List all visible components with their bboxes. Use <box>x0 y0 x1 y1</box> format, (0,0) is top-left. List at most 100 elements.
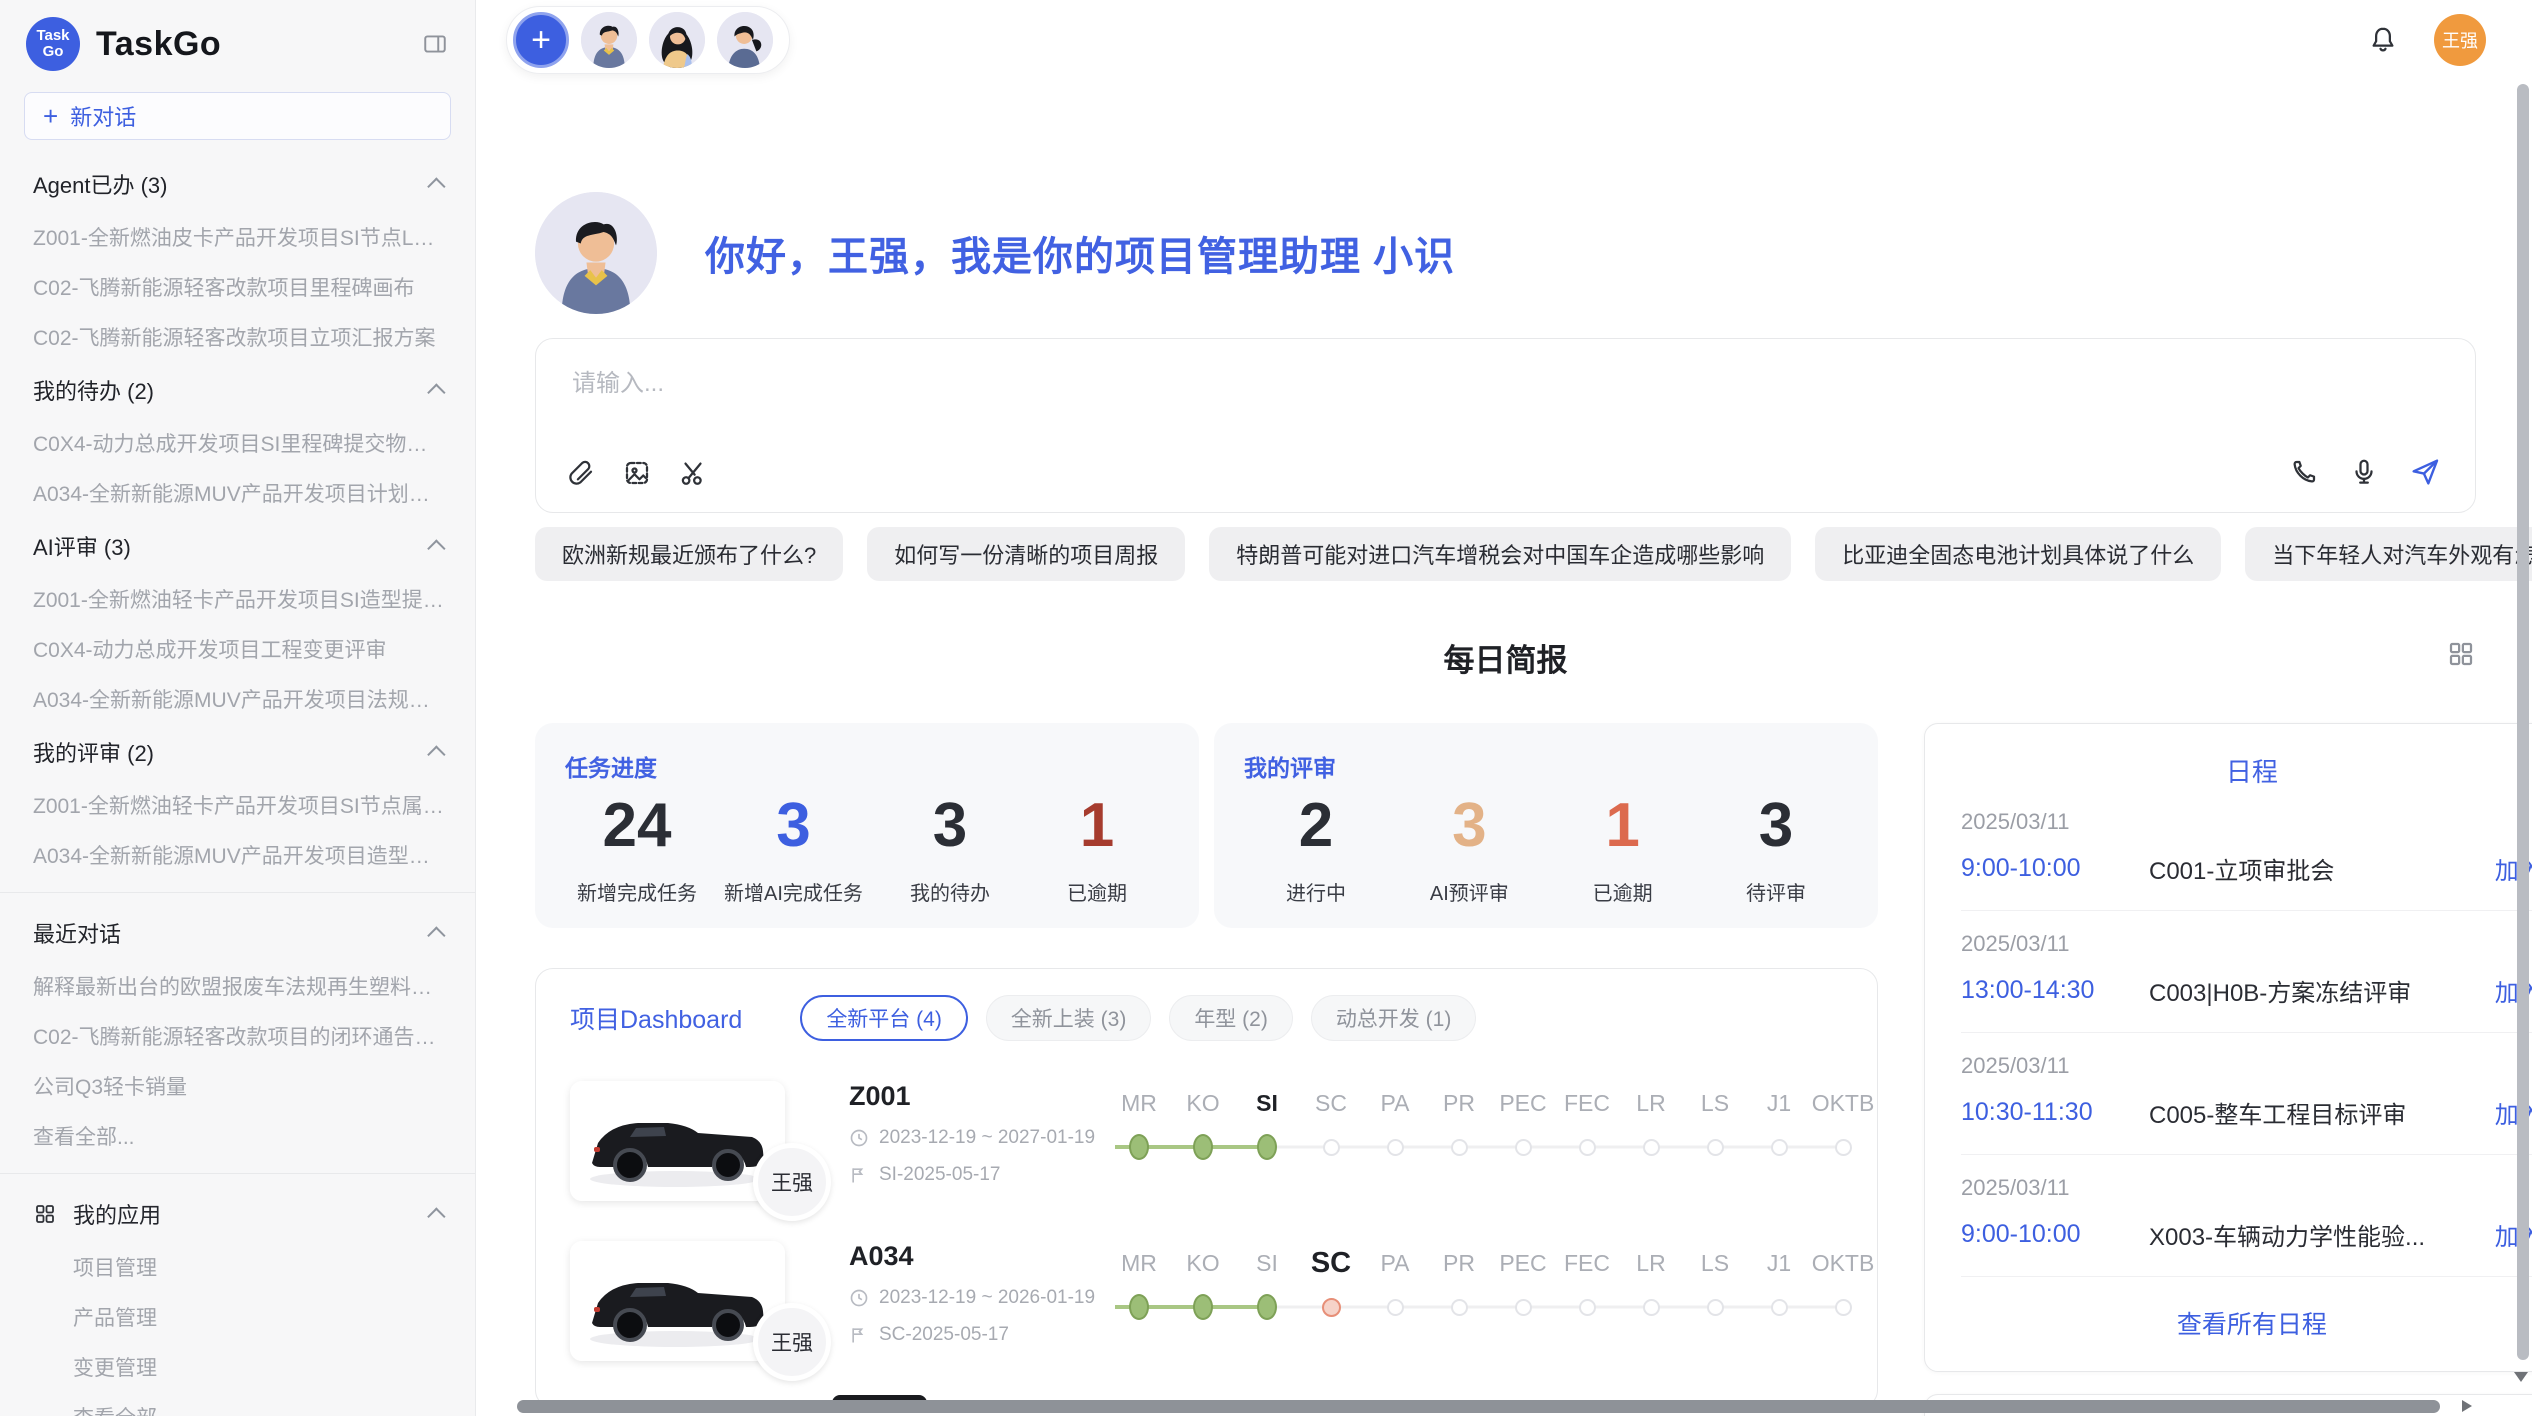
milestone-node-done <box>1193 1294 1213 1320</box>
sidebar-item-product-mgmt[interactable]: 产品管理 <box>0 1292 475 1342</box>
milestone-label: LR <box>1619 1083 1683 1123</box>
attachment-icon[interactable] <box>566 458 596 488</box>
assistant-avatar <box>535 192 657 314</box>
chevron-up-icon[interactable] <box>427 383 445 401</box>
milestone-node <box>1835 1139 1852 1156</box>
chat-input[interactable] <box>570 369 1880 399</box>
milestone-node-done <box>1129 1294 1149 1320</box>
milestone-node <box>1643 1139 1660 1156</box>
sidebar-scroll-area[interactable]: Agent已办 (3) Z001-全新燃油皮卡产品开发项目SI节点Lesson … <box>0 150 475 1416</box>
scroll-right-arrow[interactable] <box>2462 1400 2472 1412</box>
schedule-item[interactable]: 2025/03/11 9:00-10:00 C001-立项审批会 加入 <box>1961 789 2532 911</box>
suggestion-chip[interactable]: 如何写一份清晰的项目周报 <box>867 527 1185 581</box>
list-item[interactable]: C02-飞腾新能源轻客改款项目的闭环通告反馈情况 <box>0 1011 475 1061</box>
schedule-time: 9:00-10:00 <box>1961 854 2149 883</box>
section-recent-chats[interactable]: 最近对话 <box>0 905 475 961</box>
list-item[interactable]: C02-飞腾新能源轻客改款项目里程碑画布 <box>0 262 475 312</box>
send-icon[interactable] <box>2409 456 2441 488</box>
milestone-label: SI <box>1235 1243 1299 1283</box>
project-flag: SI-2025-05-17 <box>879 1164 1000 1186</box>
scissors-icon[interactable] <box>678 458 708 488</box>
suggestion-chip[interactable]: 当下年轻人对汽车外观有怎样的喜好趋势 <box>2245 527 2532 581</box>
schedule-date: 2025/03/11 <box>1961 1175 2532 1201</box>
filter-tab-new-platform[interactable]: 全新平台 (4) <box>800 995 968 1041</box>
list-item[interactable]: A034-全新新能源MUV产品开发项目造型可行性评审 <box>0 830 475 880</box>
microphone-icon[interactable] <box>2349 457 2379 487</box>
stat-review-overdue: 1 已逾期 <box>1563 787 1683 906</box>
sidebar-item-my-apps[interactable]: 我的应用 <box>0 1186 475 1242</box>
list-item[interactable]: C0X4-动力总成开发项目SI里程碑提交物检查 <box>0 418 475 468</box>
schedule-item[interactable]: 2025/03/11 10:30-11:30 C005-整车工程目标评审 加入 <box>1961 1033 2532 1155</box>
filter-tab-powertrain[interactable]: 动总开发 (1) <box>1311 995 1477 1041</box>
project-row[interactable]: 王强 Z001 2023-12-19 ~ 2027-01-19 <box>570 1081 1843 1201</box>
chevron-up-icon[interactable] <box>427 745 445 763</box>
section-my-todo[interactable]: 我的待办 (2) <box>0 362 475 418</box>
suggestion-chip[interactable]: 特朗普可能对进口汽车增税会对中国车企造成哪些影响 <box>1209 527 1791 581</box>
schedule-title: 日程 <box>1961 752 2532 789</box>
list-item[interactable]: A034-全新新能源MUV产品开发项目法规符合性评审 <box>0 674 475 724</box>
list-item[interactable]: Z001-全新燃油轻卡产品开发项目SI造型提交物评审 <box>0 574 475 624</box>
section-title: 我的待办 (2) <box>33 374 154 406</box>
sidebar-item-project-mgmt[interactable]: 项目管理 <box>0 1242 475 1292</box>
chevron-up-icon[interactable] <box>427 926 445 944</box>
list-item[interactable]: Z001-全新燃油轻卡产品开发项目SI节点属性5D文件评审 <box>0 780 475 830</box>
schedule-date: 2025/03/11 <box>1961 809 2532 835</box>
project-code: Z001 <box>849 1081 1101 1112</box>
schedule-date: 2025/03/11 <box>1961 931 2532 957</box>
phone-icon[interactable] <box>2289 457 2319 487</box>
schedule-time: 13:00-14:30 <box>1961 976 2149 1005</box>
view-all-apps-link[interactable]: 查看全部... <box>0 1392 475 1416</box>
section-my-review[interactable]: 我的评审 (2) <box>0 724 475 780</box>
agent-avatar-3[interactable] <box>717 12 773 68</box>
view-all-schedule-link[interactable]: 查看所有日程 <box>1961 1277 2532 1355</box>
section-agent-done[interactable]: Agent已办 (3) <box>0 156 475 212</box>
list-item[interactable]: C0X4-动力总成开发项目工程变更评审 <box>0 624 475 674</box>
milestone-node <box>1579 1299 1596 1316</box>
greeting-text: 你好，王强，我是你的项目管理助理 小识 <box>705 224 1455 282</box>
sidebar-item-change-mgmt[interactable]: 变更管理 <box>0 1342 475 1392</box>
list-item[interactable]: A034-全新新能源MUV产品开发项目计划变更表编写 <box>0 468 475 518</box>
chevron-up-icon[interactable] <box>427 539 445 557</box>
suggestion-chip[interactable]: 比亚迪全固态电池计划具体说了什么 <box>1815 527 2221 581</box>
schedule-time: 10:30-11:30 <box>1961 1098 2149 1127</box>
list-item[interactable]: 解释最新出台的欧盟报废车法规再生塑料比例被调至15%... <box>0 961 475 1011</box>
sidebar: Task Go TaskGo + 新对话 Agent已办 (3) Z001-全新… <box>0 0 476 1416</box>
stat-my-todo: 3 我的待办 <box>890 787 1010 906</box>
project-owner-badge: 王强 <box>753 1143 831 1221</box>
agent-avatar-2[interactable] <box>649 12 705 68</box>
vertical-scrollbar[interactable] <box>2517 84 2529 1360</box>
list-item[interactable]: Z001-全新燃油皮卡产品开发项目SI节点Lesson Learn报告 <box>0 212 475 262</box>
project-row[interactable]: 王强 A034 2023-12-19 ~ 2026-01-19 <box>570 1241 1843 1361</box>
chevron-up-icon[interactable] <box>427 177 445 195</box>
suggestion-chip[interactable]: 欧洲新规最近颁布了什么? <box>535 527 843 581</box>
section-ai-review[interactable]: AI评审 (3) <box>0 518 475 574</box>
sidebar-collapse-icon[interactable] <box>421 31 449 57</box>
schedule-item[interactable]: 2025/03/11 13:00-14:30 C003|H0B-方案冻结评审 加… <box>1961 911 2532 1033</box>
list-item[interactable]: C02-飞腾新能源轻客改款项目立项汇报方案 <box>0 312 475 362</box>
filter-tab-year-model[interactable]: 年型 (2) <box>1169 995 1293 1041</box>
milestone-label: FEC <box>1555 1243 1619 1283</box>
agent-avatar-1[interactable] <box>581 12 637 68</box>
list-item[interactable]: 公司Q3轻卡销量 <box>0 1061 475 1111</box>
divider <box>0 892 475 893</box>
milestone-node-alert <box>1322 1298 1341 1317</box>
layout-grid-icon[interactable] <box>2446 639 2476 669</box>
flag-icon <box>849 1325 869 1345</box>
notification-bell-icon[interactable] <box>2368 25 2398 55</box>
schedule-item[interactable]: 2025/03/11 9:00-10:00 X003-车辆动力学性能验... 加… <box>1961 1155 2532 1277</box>
view-all-chats-link[interactable]: 查看全部... <box>0 1111 475 1161</box>
schedule-name: X003-车辆动力学性能验... <box>2149 1217 2481 1252</box>
filter-tab-new-body[interactable]: 全新上装 (3) <box>986 995 1152 1041</box>
chevron-up-icon[interactable] <box>427 1207 445 1225</box>
section-title: Agent已办 (3) <box>33 168 168 200</box>
add-agent-button[interactable]: + <box>513 12 569 68</box>
schedule-name: C005-整车工程目标评审 <box>2149 1095 2481 1130</box>
horizontal-scrollbar[interactable] <box>517 1400 2440 1413</box>
scroll-down-arrow[interactable] <box>2514 1372 2528 1382</box>
my-review-card: 我的评审 2 进行中 3 AI预评审 <box>1214 723 1878 928</box>
image-icon[interactable] <box>622 458 652 488</box>
new-chat-button[interactable]: + 新对话 <box>24 92 451 140</box>
user-avatar[interactable]: 王强 <box>2434 14 2486 66</box>
project-dashboard-card: 项目Dashboard 全新平台 (4) 全新上装 (3) 年型 (2) 动总开… <box>535 968 1878 1408</box>
section-title: AI评审 (3) <box>33 530 131 562</box>
